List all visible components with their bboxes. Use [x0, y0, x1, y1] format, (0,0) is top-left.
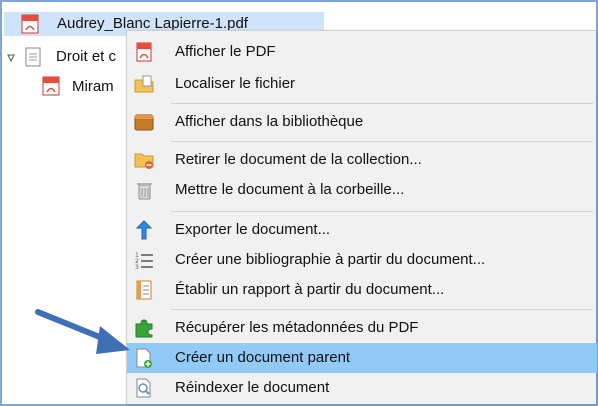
tree-item-label: Miram — [72, 78, 114, 95]
menu-item-reindexer[interactable]: Réindexer le document — [127, 373, 597, 403]
document-icon — [25, 47, 41, 71]
export-arrow-icon — [134, 220, 154, 240]
menu-item-label: Mettre le document à la corbeille... — [175, 181, 405, 198]
folder-file-icon — [134, 74, 154, 94]
menu-separator — [171, 211, 593, 212]
tree-item-label: Droit et c — [56, 48, 117, 65]
menu-item-label: Établir un rapport à partir du document.… — [175, 281, 445, 298]
library-icon — [134, 112, 154, 132]
pdf-icon — [42, 76, 60, 100]
menu-item-label: Créer une bibliographie à partir du docu… — [175, 251, 486, 268]
menu-item-bibliographie[interactable]: 123 Créer une bibliographie à partir du … — [127, 245, 597, 275]
menu-item-label: Afficher le PDF — [175, 43, 276, 60]
reindex-icon — [134, 378, 154, 398]
list-icon: 123 — [134, 250, 154, 271]
report-icon — [134, 280, 154, 300]
menu-separator — [171, 103, 593, 104]
menu-item-label: Créer un document parent — [175, 349, 351, 366]
svg-text:3: 3 — [135, 264, 139, 270]
chevron-down-icon[interactable] — [6, 52, 16, 64]
menu-item-localiser-fichier[interactable]: Localiser le fichier — [127, 69, 597, 99]
menu-item-afficher-pdf[interactable]: Afficher le PDF — [127, 37, 597, 67]
pdf-icon — [134, 42, 154, 62]
menu-item-metadonnees[interactable]: Récupérer les métadonnées du PDF — [127, 313, 597, 343]
menu-item-corbeille[interactable]: Mettre le document à la corbeille... — [127, 175, 597, 205]
tree-item-attachment[interactable]: Miram — [38, 74, 130, 100]
menu-item-afficher-bibliotheque[interactable]: Afficher dans la bibliothèque — [127, 107, 597, 137]
pdf-icon — [21, 14, 39, 38]
menu-item-label: Retirer le document de la collection... — [175, 151, 422, 168]
tree-item-document[interactable]: Droit et c — [20, 44, 130, 70]
trash-icon — [134, 180, 154, 200]
menu-item-label: Localiser le fichier — [175, 75, 296, 92]
menu-item-exporter[interactable]: Exporter le document... — [127, 215, 597, 245]
menu-item-label: Récupérer les métadonnées du PDF — [175, 319, 419, 336]
menu-item-label: Exporter le document... — [175, 221, 331, 238]
menu-item-label: Réindexer le document — [175, 379, 330, 396]
menu-item-creer-parent[interactable]: Créer un document parent — [127, 343, 597, 373]
puzzle-icon — [134, 318, 154, 338]
folder-remove-icon — [134, 150, 154, 170]
menu-separator — [171, 141, 593, 142]
new-document-icon — [134, 348, 154, 368]
menu-separator — [171, 309, 593, 310]
menu-item-rapport[interactable]: Établir un rapport à partir du document.… — [127, 275, 597, 305]
menu-item-retirer-document[interactable]: Retirer le document de la collection... — [127, 145, 597, 175]
menu-item-label: Afficher dans la bibliothèque — [175, 113, 364, 130]
context-menu: Afficher le PDF Localiser le fichier Aff… — [126, 30, 597, 404]
